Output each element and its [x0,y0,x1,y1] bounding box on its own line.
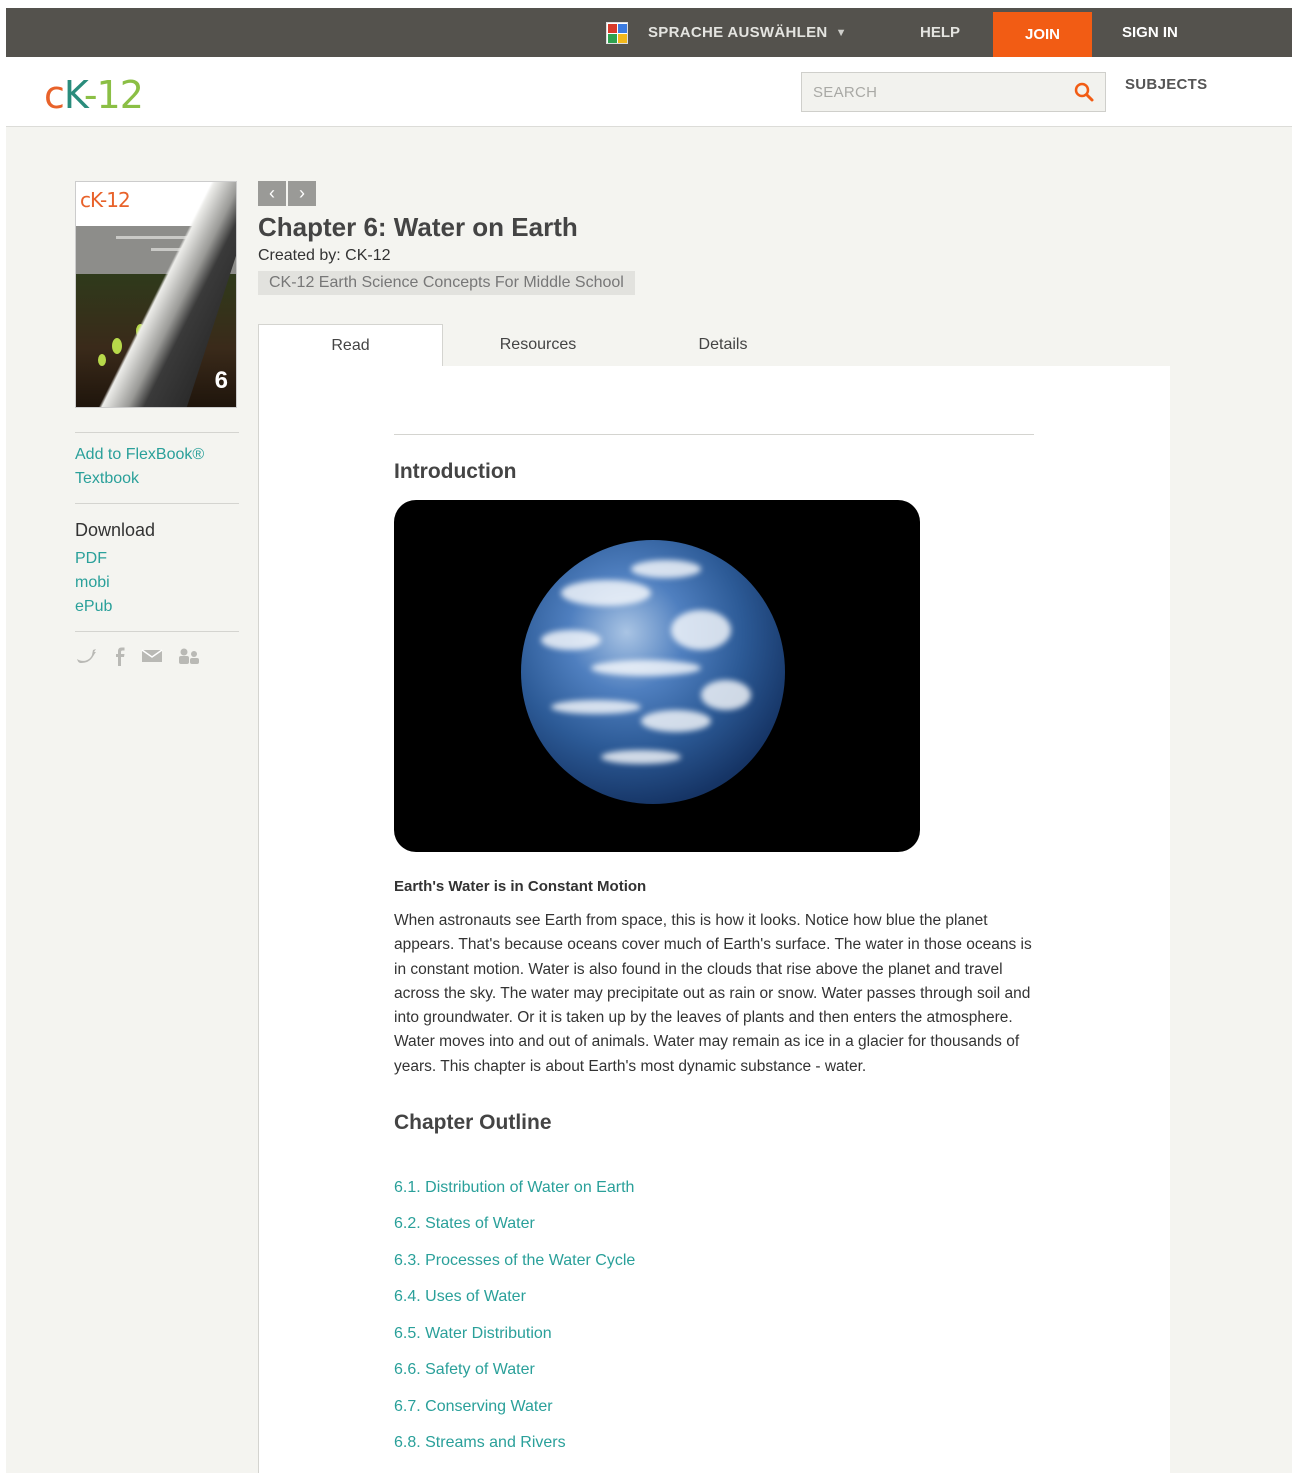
sign-in-link[interactable]: SIGN IN [1122,8,1178,57]
outline-item[interactable]: 6.3. Processes of the Water Cycle [394,1252,635,1270]
subjects-menu[interactable]: SUBJECTS [1125,76,1207,93]
search-box [801,72,1106,112]
divider [394,434,1034,435]
divider [75,631,239,632]
intro-heading: Introduction [394,460,517,483]
twitter-icon[interactable] [75,647,99,665]
outline-item[interactable]: 6.6. Safety of Water [394,1361,535,1379]
download-mobi-link[interactable]: mobi [75,571,239,595]
outline-item[interactable]: 6.5. Water Distribution [394,1325,552,1343]
download-pdf-link[interactable]: PDF [75,547,239,571]
google-translate-icon [606,21,628,44]
tab-resources[interactable]: Resources [448,324,628,366]
add-to-flexbook-line-1: Add to FlexBook® [75,446,205,463]
search-input[interactable] [802,73,1052,111]
share-users-icon[interactable] [177,647,201,665]
image-caption: Earth's Water is in Constant Motion [394,878,647,895]
share-icons [75,646,239,666]
download-epub-link[interactable]: ePub [75,595,239,619]
download-heading: Download [75,520,156,540]
chapter-number: 6 [214,367,228,394]
earth-globe [521,540,785,804]
left-sidebar: Add to FlexBook® Textbook Download PDF mo… [75,432,239,666]
next-chapter-button[interactable]: › [288,181,316,206]
logo-c: c [44,73,65,117]
page-title: Chapter 6: Water on Earth [258,212,578,242]
outline-item[interactable]: 6.4. Uses of Water [394,1288,526,1306]
language-label: SPRACHE AUSWÄHLEN [648,24,828,41]
chevron-left-icon: ‹ [269,183,275,203]
intro-paragraph: When astronauts see Earth from space, th… [394,912,1032,1075]
page-frame: SPRACHE AUSWÄHLEN ▼ HELP JOIN SIGN IN cK… [6,8,1292,1473]
help-link[interactable]: HELP [920,8,960,57]
outline-item[interactable]: 6.8. Streams and Rivers [394,1434,566,1452]
previous-chapter-button[interactable]: ‹ [258,181,286,206]
divider [75,503,239,504]
tab-read[interactable]: Read [258,324,443,367]
chapter-pager: ‹ › [258,181,316,206]
logo-12: -12 [83,73,144,117]
book-tag-link[interactable]: CK-12 Earth Science Concepts For Middle … [258,271,635,295]
site-header: cK-12 SUBJECTS [6,57,1292,127]
outline-item[interactable]: 6.1. Distribution of Water on Earth [394,1179,634,1197]
tab-details[interactable]: Details [633,324,813,366]
outline-item[interactable]: 6.2. States of Water [394,1215,535,1233]
book-cover[interactable]: cK-12 6 [75,181,237,408]
earth-image [394,500,920,852]
caret-down-icon: ▼ [835,26,847,39]
cover-logo: cK-12 [80,188,131,212]
email-icon[interactable] [141,648,163,664]
search-icon[interactable] [1073,81,1095,103]
logo-k: K [63,73,85,117]
join-button[interactable]: JOIN [993,12,1092,57]
add-to-flexbook-line-2: Textbook [75,470,140,487]
add-to-flexbook-link[interactable]: Add to FlexBook® Textbook [75,443,239,491]
language-selector[interactable]: SPRACHE AUSWÄHLEN ▼ [606,8,847,57]
outline-item[interactable]: 6.7. Conserving Water [394,1398,553,1416]
ck12-logo[interactable]: cK-12 [44,73,144,117]
created-by: Created by: CK-12 [258,247,391,264]
chevron-right-icon: › [299,183,305,203]
outline-heading: Chapter Outline [394,1111,552,1134]
read-panel: Introduction Earth's Water is in Constan… [258,366,1170,1473]
divider [75,432,239,433]
top-bar: SPRACHE AUSWÄHLEN ▼ HELP JOIN SIGN IN [6,8,1292,57]
facebook-icon[interactable] [113,646,127,666]
